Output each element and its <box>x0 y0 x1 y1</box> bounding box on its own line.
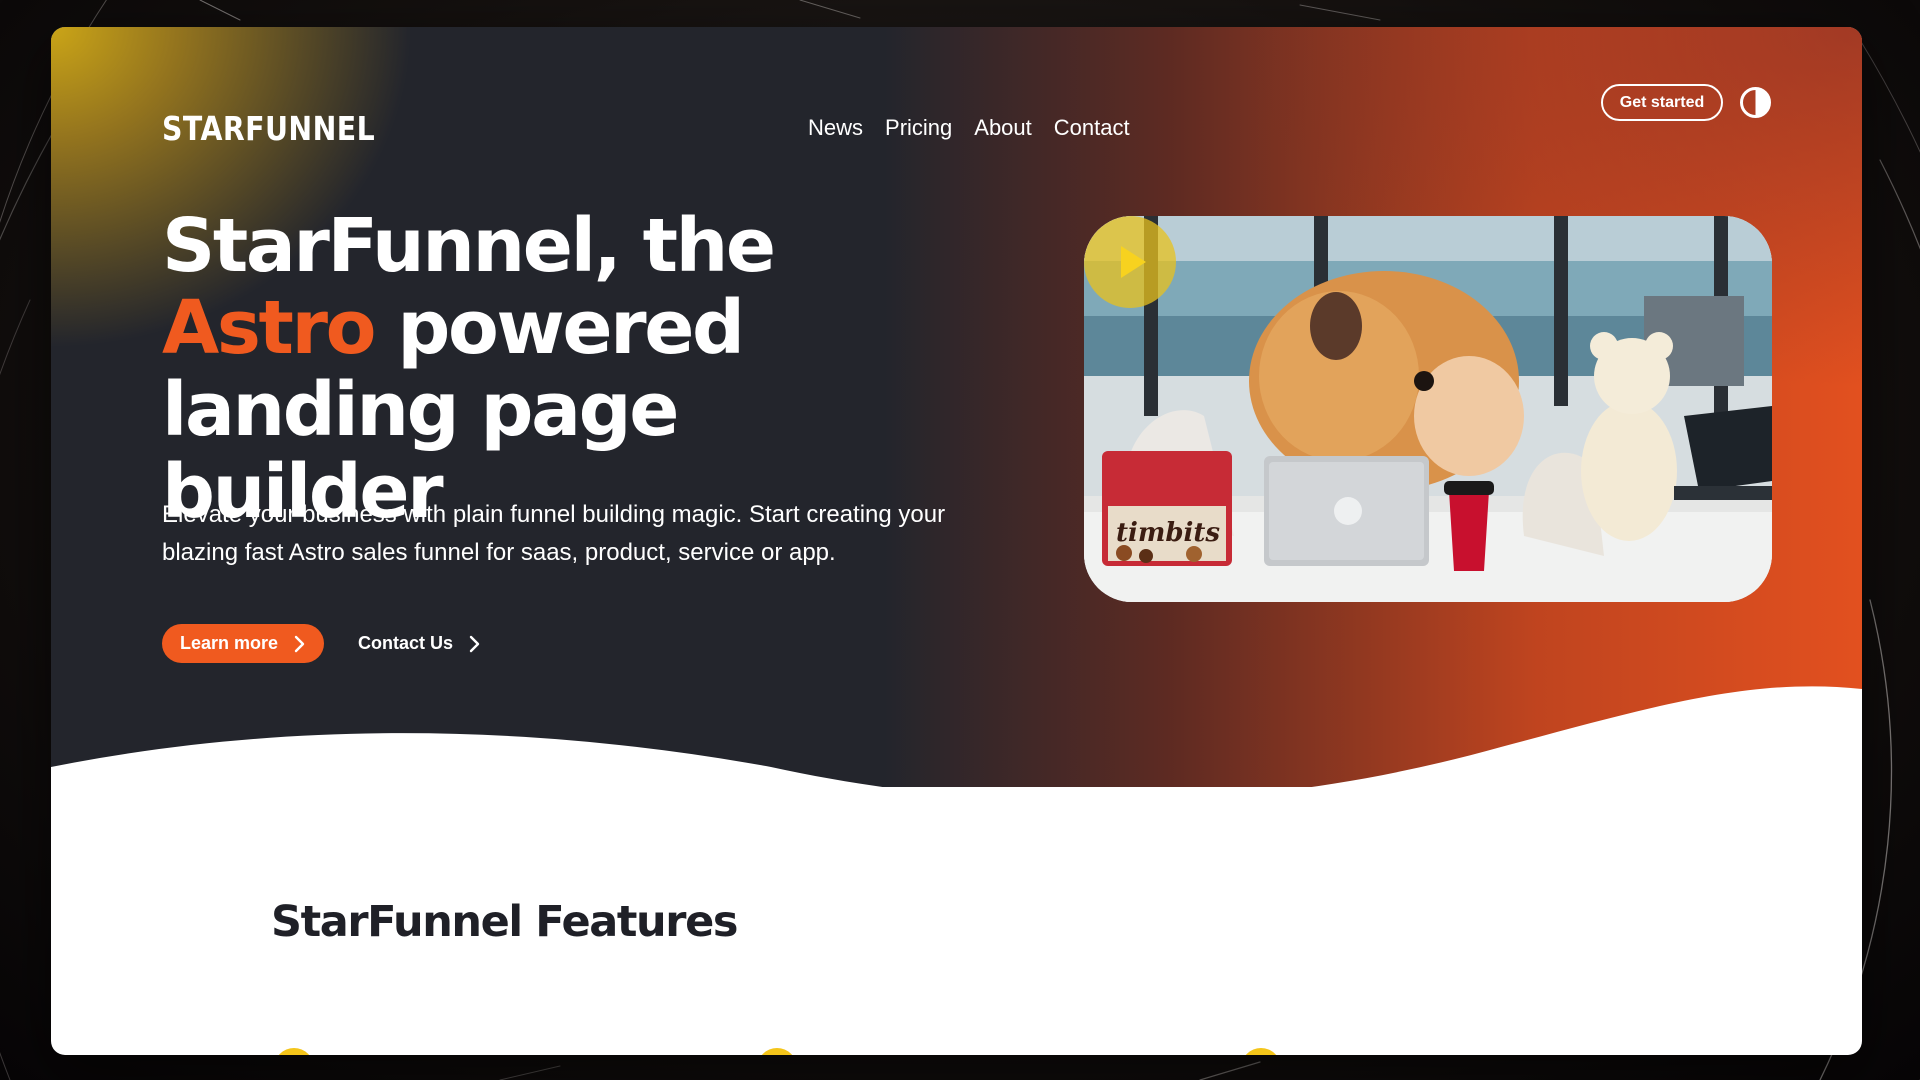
headline-accent-word: Astro <box>162 285 376 371</box>
contact-us-label: Contact Us <box>358 633 454 653</box>
hero-subtitle: Elevate your business with plain funnel … <box>162 501 946 566</box>
hero-video[interactable]: timbits <box>1084 216 1772 602</box>
chevron-right-icon <box>469 635 480 652</box>
feature-icon <box>757 1048 797 1055</box>
nav-item-news[interactable]: News <box>808 115 863 141</box>
play-icon[interactable] <box>1084 216 1176 308</box>
nav-item-about[interactable]: About <box>974 115 1032 141</box>
video-thumbnail: timbits <box>1084 216 1772 602</box>
timbits-package-label: timbits <box>1116 518 1220 548</box>
nav-item-contact[interactable]: Contact <box>1054 115 1130 141</box>
feature-icon <box>1241 1048 1281 1055</box>
learn-more-button[interactable]: Learn more <box>162 624 324 663</box>
contact-us-button[interactable]: Contact Us <box>358 624 481 663</box>
site-logo[interactable]: STARFUNNEL <box>162 109 375 148</box>
hero-headline: StarFunnel, the Astro powered landing pa… <box>162 205 942 533</box>
main-nav: News Pricing About Contact <box>808 115 1130 141</box>
headline-line-1: StarFunnel, the <box>162 203 776 289</box>
features-heading: StarFunnel Features <box>271 897 738 947</box>
learn-more-label: Learn more <box>179 633 279 653</box>
chevron-right-icon <box>294 635 305 652</box>
headline-line-2: powered <box>397 285 745 371</box>
nav-item-pricing[interactable]: Pricing <box>885 115 952 141</box>
get-started-button[interactable]: Get started <box>1601 84 1723 121</box>
contrast-icon[interactable] <box>1739 86 1772 119</box>
feature-icon <box>274 1048 314 1055</box>
browser-window: STARFUNNEL News Pricing About Contact Ge… <box>51 27 1862 1055</box>
